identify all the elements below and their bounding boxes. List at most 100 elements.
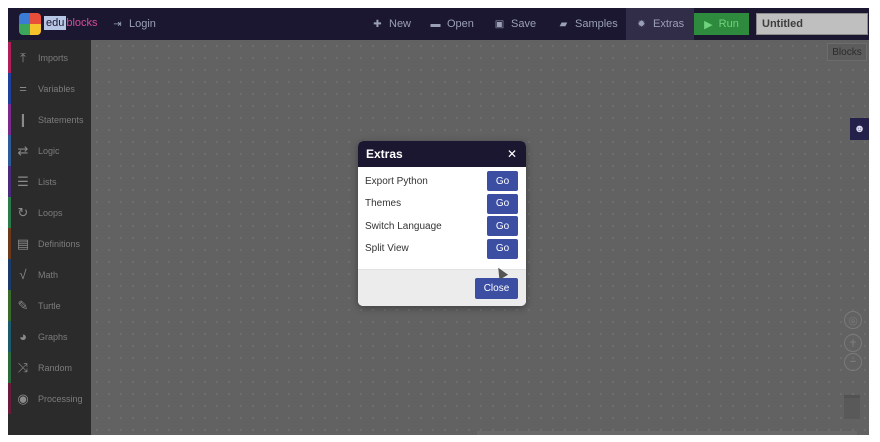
category-color-stripe <box>8 197 11 228</box>
zoom-in-button[interactable]: + <box>844 334 862 352</box>
extras-option-row: Switch Language Go <box>365 215 518 238</box>
definitions-icon: ▤ <box>16 235 30 251</box>
save-icon: ▣ <box>494 18 505 30</box>
sidebar-item-label: Processing <box>38 393 83 404</box>
sidebar-item-label: Turtle <box>38 300 61 311</box>
pencil-icon: ✎ <box>17 297 29 313</box>
blocks-tab[interactable]: Blocks <box>827 43 867 61</box>
sidebar-item-variables[interactable]: = Variables <box>8 73 91 104</box>
extras-option-row: Split View Go <box>365 238 518 261</box>
sidebar-item-label: Imports <box>38 52 69 63</box>
logo-text-edu: edu <box>44 16 67 30</box>
login-link[interactable]: ⇥ Login <box>112 8 156 40</box>
open-button[interactable]: ▬ Open <box>430 8 474 40</box>
run-button[interactable]: ▶ Run <box>694 13 749 35</box>
sidebar-item-label: Variables <box>38 83 75 94</box>
logo-text-blocks: blocks <box>66 17 98 29</box>
zoom-out-button[interactable]: − <box>844 353 862 371</box>
modal-title: Extras <box>366 147 403 161</box>
category-color-stripe <box>8 383 11 414</box>
book-icon: ▰ <box>559 18 568 30</box>
login-label: Login <box>129 18 156 30</box>
logo-text: edu blocks <box>44 16 98 30</box>
palette-icon: ◉ <box>17 390 29 406</box>
play-icon: ▶ <box>704 18 713 31</box>
extras-option-label: Switch Language <box>365 220 442 232</box>
new-label: New <box>389 18 412 30</box>
zoom-in-icon: + <box>849 337 857 349</box>
category-color-stripe <box>8 290 11 321</box>
statement-icon: ❙ <box>17 111 29 127</box>
close-button[interactable]: Close <box>475 278 518 299</box>
sidebar-item-loops[interactable]: ↻ Loops <box>8 197 91 228</box>
category-color-stripe <box>8 259 11 290</box>
sidebar-item-label: Graphs <box>38 331 68 342</box>
category-sidebar: ⤒ Imports = Variables ❙ Statements ⇄ Logic ☰ List… <box>8 40 91 435</box>
save-button[interactable]: ▣ Save <box>494 8 536 40</box>
import-icon: ⤒ <box>20 49 26 65</box>
zoom-out-icon: − <box>849 356 857 368</box>
list-icon: ☰ <box>17 173 29 189</box>
extras-label: Extras <box>653 18 685 30</box>
gear-icon: ✹ <box>637 18 646 30</box>
run-label: Run <box>718 18 739 30</box>
samples-label: Samples <box>575 18 618 30</box>
extras-option-row: Themes Go <box>365 193 518 216</box>
zoom-reset-button[interactable]: ◎ <box>844 311 862 329</box>
new-button[interactable]: ✚ New <box>372 8 411 40</box>
top-navbar: edu blocks ⇥ Login ✚ New ▬ Open ▣ Save ▰ … <box>8 8 869 40</box>
swap-icon: ⇄ <box>17 142 29 158</box>
close-icon[interactable]: ✕ <box>507 147 517 161</box>
modal-header: Extras ✕ <box>358 141 526 167</box>
sqrt-icon: √ <box>19 267 27 282</box>
sidebar-item-imports[interactable]: ⤒ Imports <box>8 42 91 73</box>
category-color-stripe <box>8 321 11 352</box>
logo-icon <box>19 13 41 35</box>
plus-icon: ✚ <box>373 18 382 30</box>
project-title-input[interactable] <box>756 13 868 35</box>
chat-icon: ☻ <box>853 123 866 135</box>
go-button[interactable]: Go <box>487 238 518 259</box>
save-label: Save <box>511 18 537 30</box>
chat-button[interactable]: ☻ <box>850 118 869 140</box>
sidebar-item-definitions[interactable]: ▤ Definitions <box>8 228 91 259</box>
go-button[interactable]: Go <box>487 193 518 214</box>
open-label: Open <box>447 18 474 30</box>
extras-option-label: Themes <box>365 198 402 210</box>
extras-option-label: Export Python <box>365 175 428 187</box>
pie-icon: ◕ <box>19 329 27 344</box>
sidebar-item-statements[interactable]: ❙ Statements <box>8 104 91 135</box>
sidebar-item-graphs[interactable]: ◕ Graphs <box>8 321 91 352</box>
category-color-stripe <box>8 228 11 259</box>
modal-body: Export Python Go Themes Go Switch Language Go… <box>358 167 526 260</box>
sidebar-item-processing[interactable]: ◉ Processing <box>8 383 91 414</box>
sidebar-item-label: Random <box>38 362 73 373</box>
sidebar-item-logic[interactable]: ⇄ Logic <box>8 135 91 166</box>
sidebar-item-lists[interactable]: ☰ Lists <box>8 166 91 197</box>
app-window: edu blocks ⇥ Login ✚ New ▬ Open ▣ Save ▰ … <box>8 8 869 435</box>
samples-button[interactable]: ▰ Samples <box>558 8 618 40</box>
extras-button[interactable]: ✹ Extras <box>626 8 695 40</box>
sidebar-item-turtle[interactable]: ✎ Turtle <box>8 290 91 321</box>
sidebar-item-label: Math <box>38 269 59 280</box>
extras-modal: Extras ✕ Export Python Go Themes Go Switch L… <box>358 141 526 306</box>
sidebar-item-label: Logic <box>38 145 60 156</box>
category-color-stripe <box>8 104 11 135</box>
folder-icon: ▬ <box>430 18 441 30</box>
extras-option-row: Export Python Go <box>365 170 518 193</box>
extras-option-label: Split View <box>365 243 409 255</box>
sidebar-item-random[interactable]: ⤨ Random <box>8 352 91 383</box>
sidebar-item-label: Loops <box>38 207 63 218</box>
go-button[interactable]: Go <box>487 171 518 192</box>
category-color-stripe <box>8 42 11 73</box>
login-icon: ⇥ <box>113 18 122 30</box>
category-color-stripe <box>8 352 11 383</box>
sidebar-item-math[interactable]: √ Math <box>8 259 91 290</box>
horizontal-scrollbar[interactable] <box>477 431 857 435</box>
trash-icon[interactable] <box>844 395 860 419</box>
sidebar-item-label: Statements <box>38 114 84 125</box>
go-button[interactable]: Go <box>487 216 518 237</box>
shuffle-icon: ⤨ <box>17 359 29 375</box>
category-color-stripe <box>8 73 11 104</box>
loop-icon: ↻ <box>17 204 29 220</box>
